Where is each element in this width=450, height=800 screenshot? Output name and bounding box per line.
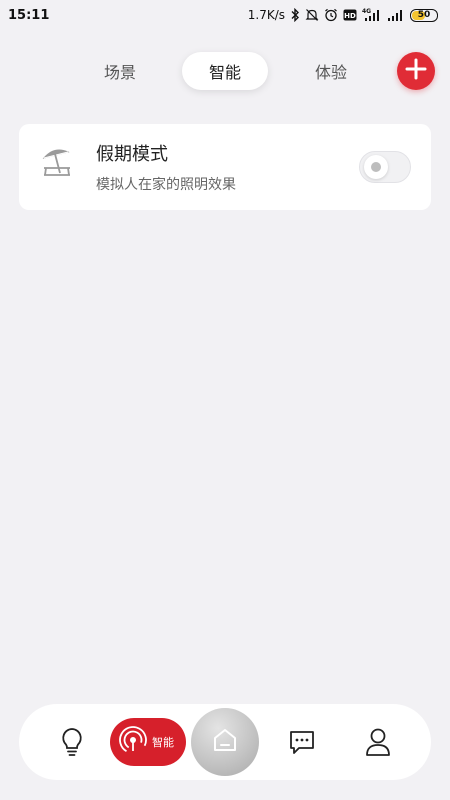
smart-signal-icon <box>118 725 148 759</box>
toggle-knob <box>364 155 388 179</box>
signal-icon: 4G <box>362 8 382 22</box>
vacation-mode-card[interactable]: 假期模式 模拟人在家的照明效果 <box>19 124 431 210</box>
network-speed: 1.7K/s <box>247 8 285 22</box>
nav-messages[interactable] <box>282 724 322 764</box>
card-description: 模拟人在家的照明效果 <box>96 177 236 193</box>
nav-home[interactable] <box>191 708 259 776</box>
hd-icon: HD <box>343 9 357 21</box>
message-icon <box>288 728 316 760</box>
tab-scenes[interactable]: 场景 <box>77 52 163 90</box>
vacation-mode-toggle[interactable] <box>359 151 411 183</box>
mute-icon <box>305 8 319 22</box>
user-icon <box>364 727 392 761</box>
tab-smart[interactable]: 智能 <box>182 52 268 90</box>
plus-icon <box>405 58 427 84</box>
battery-level: 50 <box>417 10 431 20</box>
add-button[interactable] <box>397 52 435 90</box>
nav-profile[interactable] <box>358 724 398 764</box>
svg-text:HD: HD <box>344 12 356 20</box>
tab-experience[interactable]: 体验 <box>288 52 374 90</box>
bluetooth-icon <box>290 8 300 22</box>
nav-smart-label: 智能 <box>152 736 174 749</box>
svg-text:4G: 4G <box>362 8 371 15</box>
signal-icon <box>387 8 405 22</box>
lightbulb-icon <box>59 727 85 761</box>
home-icon <box>212 727 238 757</box>
card-title: 假期模式 <box>96 144 168 165</box>
battery-icon: 50 <box>410 8 438 22</box>
status-icons: 1.7K/s HD 4G 50 <box>248 8 438 22</box>
status-time: 15:11 <box>8 7 50 23</box>
bottom-nav: 智能 <box>19 704 431 780</box>
scene-tab-bar: 场景 智能 体验 <box>0 50 450 92</box>
status-bar: 15:11 1.7K/s HD 4G 50 <box>0 0 450 30</box>
app-screen: 15:11 1.7K/s HD 4G 50 场景 智能 体验 假期模式 模拟人在… <box>0 0 450 800</box>
beach-umbrella-icon <box>41 144 73 178</box>
alarm-icon <box>324 8 338 22</box>
nav-lighting[interactable] <box>52 724 92 764</box>
nav-smart[interactable]: 智能 <box>110 718 186 766</box>
